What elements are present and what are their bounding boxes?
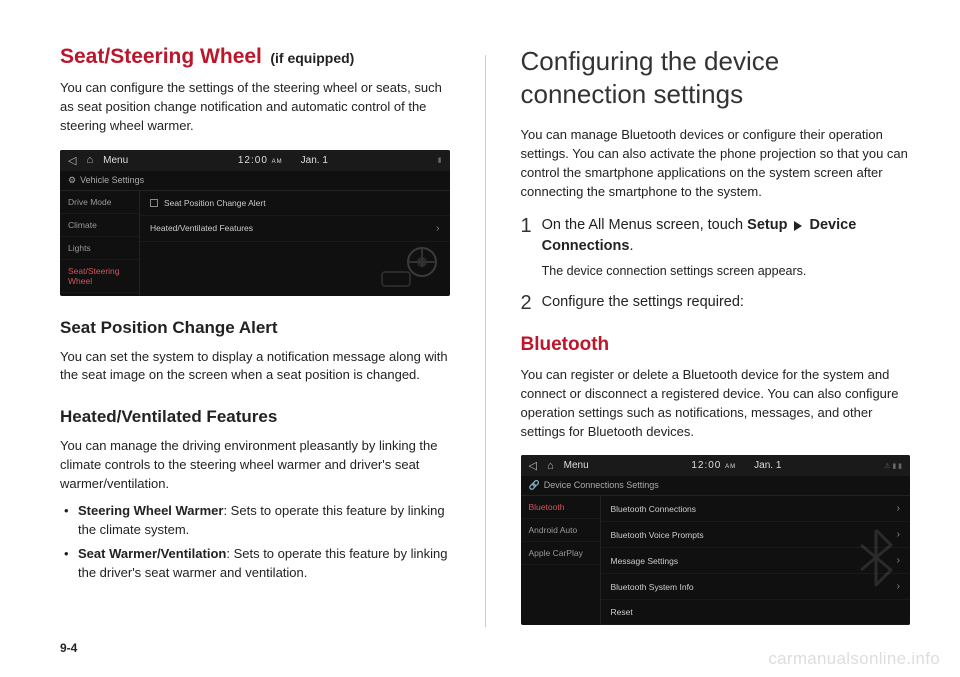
heading-suffix: (if equipped)	[270, 50, 354, 66]
home-icon: ⌂	[86, 154, 93, 166]
left-column: Seat/Steering Wheel (if equipped) You ca…	[60, 45, 450, 647]
sidebar-item: Drive Mode	[60, 191, 139, 214]
step-text: Configure the settings required:	[542, 292, 744, 314]
main-item: Reset	[601, 600, 911, 625]
back-icon: ◁	[68, 154, 76, 167]
gear-icon: ⚙	[68, 175, 76, 185]
sidebar-item: Android Auto	[521, 519, 600, 542]
step-text: On the All Menus screen, touch Setup Dev…	[542, 215, 910, 256]
chevron-right-icon: ›	[436, 223, 439, 234]
bluetooth-illustration	[849, 520, 904, 595]
status-icons: ⚠ ▮ ▮	[884, 462, 902, 470]
shot-subtitle: ⚙Vehicle Settings	[60, 171, 450, 191]
right-column: Configuring the device connection settin…	[521, 45, 911, 647]
sidebar-item: Apple CarPlay	[521, 542, 600, 565]
main-item: Bluetooth Connections›	[601, 496, 911, 522]
heading-main: Seat/Steering Wheel	[60, 45, 262, 68]
clock: 12:00 AM	[238, 155, 283, 166]
sidebar-item: Lights	[60, 237, 139, 260]
shot-main: Bluetooth Connections› Bluetooth Voice P…	[601, 496, 911, 625]
paragraph: You can manage the driving environment p…	[60, 437, 450, 494]
menu-label: Menu	[103, 155, 128, 166]
step-number: 1	[521, 215, 532, 278]
shot-subtitle: 🔗Device Connections Settings	[521, 476, 911, 496]
shot-main: Seat Position Change Alert Heated/Ventil…	[140, 191, 450, 296]
shot-sidebar: Drive Mode Climate Lights Seat/Steering …	[60, 191, 140, 296]
bullet-list: Steering Wheel Warmer: Sets to operate t…	[60, 502, 450, 583]
date: Jan. 1	[754, 460, 781, 471]
clock: 12:00 AM	[691, 460, 736, 471]
status-icons: ▮	[438, 156, 442, 164]
bullet-item: Steering Wheel Warmer: Sets to operate t…	[78, 502, 450, 540]
page-number: 9-4	[60, 641, 77, 655]
menu-label: Menu	[564, 460, 589, 471]
checkbox-icon	[150, 199, 158, 207]
section-heading: Configuring the device connection settin…	[521, 45, 911, 110]
paragraph: You can register or delete a Bluetooth d…	[521, 366, 911, 441]
main-item: Heated/Ventilated Features ›	[140, 216, 450, 242]
link-icon: 🔗	[529, 480, 540, 490]
watermark: carmanualsonline.info	[768, 649, 940, 669]
main-item: Seat Position Change Alert	[140, 191, 450, 216]
intro-paragraph: You can configure the settings of the st…	[60, 79, 450, 136]
shot-titlebar: ◁ ⌂ Menu 12:00 AM Jan. 1 ⚠ ▮ ▮	[521, 455, 911, 476]
bullet-item: Seat Warmer/Ventilation: Sets to operate…	[78, 545, 450, 583]
shot-titlebar: ◁ ⌂ Menu 12:00 AM Jan. 1 ▮	[60, 150, 450, 171]
subheading-red: Bluetooth	[521, 334, 610, 355]
step-2: 2 Configure the settings required:	[521, 292, 911, 314]
back-icon: ◁	[529, 459, 537, 472]
step-1: 1 On the All Menus screen, touch Setup D…	[521, 215, 911, 278]
shot-sidebar: Bluetooth Android Auto Apple CarPlay	[521, 496, 601, 625]
intro-paragraph: You can manage Bluetooth devices or conf…	[521, 126, 911, 201]
chevron-right-icon	[794, 221, 802, 231]
steering-wheel-illustration	[380, 240, 440, 290]
vehicle-settings-screenshot: ◁ ⌂ Menu 12:00 AM Jan. 1 ▮ ⚙Vehicle Sett…	[60, 150, 450, 296]
subheading: Heated/Ventilated Features	[60, 407, 450, 427]
subheading: Seat Position Change Alert	[60, 318, 450, 338]
sidebar-item: Climate	[60, 214, 139, 237]
section-heading: Seat/Steering Wheel (if equipped)	[60, 45, 450, 69]
device-connections-screenshot: ◁ ⌂ Menu 12:00 AM Jan. 1 ⚠ ▮ ▮ 🔗Device C…	[521, 455, 911, 625]
step-subtext: The device connection settings screen ap…	[542, 264, 910, 278]
home-icon: ⌂	[547, 460, 554, 472]
chevron-right-icon: ›	[897, 503, 900, 514]
column-divider	[485, 55, 486, 627]
step-number: 2	[521, 292, 532, 314]
date: Jan. 1	[301, 155, 328, 166]
sidebar-item-active: Bluetooth	[521, 496, 600, 519]
sidebar-item-active: Seat/Steering Wheel	[60, 260, 139, 293]
paragraph: You can set the system to display a noti…	[60, 348, 450, 386]
